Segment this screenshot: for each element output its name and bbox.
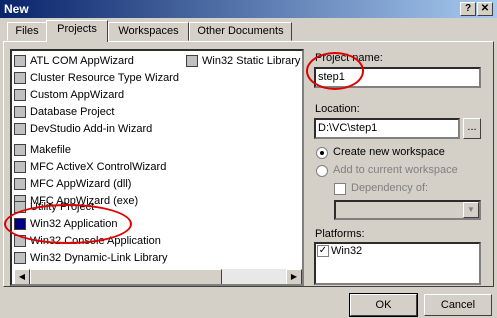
browse-button[interactable]: ... xyxy=(463,118,481,139)
tab-workspaces[interactable]: Workspaces xyxy=(108,22,189,41)
horizontal-scrollbar[interactable]: ◀ ▶ xyxy=(14,269,302,284)
add-workspace-radio[interactable] xyxy=(316,165,328,177)
list-item[interactable]: Cluster Resource Type Wizard xyxy=(14,70,179,86)
scroll-right-button[interactable]: ▶ xyxy=(286,269,302,284)
platforms-label: Platforms: xyxy=(315,228,365,240)
project-icon xyxy=(14,178,26,191)
dependency-checkbox[interactable] xyxy=(334,183,346,195)
location-label: Location: xyxy=(315,103,360,115)
list-item[interactable]: Makefile xyxy=(14,142,71,158)
project-icon xyxy=(186,55,198,68)
tab-projects[interactable]: Projects xyxy=(46,20,108,42)
highlight-win32-application xyxy=(4,204,132,244)
title-bar: New xyxy=(0,0,497,18)
project-type-list[interactable]: ATL COM AppWizard Cluster Resource Type … xyxy=(10,49,304,286)
platform-checkbox[interactable]: ✓ xyxy=(317,245,329,257)
list-item[interactable]: MFC ActiveX ControlWizard xyxy=(14,159,166,175)
project-icon xyxy=(14,161,26,174)
ok-button[interactable]: OK xyxy=(349,293,418,317)
project-icon xyxy=(14,89,26,102)
help-button[interactable]: ? xyxy=(460,2,476,16)
list-item[interactable]: Win32 Dynamic-Link Library xyxy=(14,250,168,266)
scroll-thumb[interactable] xyxy=(30,269,222,284)
list-item[interactable]: Win32 Static Library xyxy=(186,53,300,69)
dependency-dropdown[interactable]: ▼ xyxy=(334,200,481,220)
project-icon xyxy=(14,55,26,68)
project-icon xyxy=(14,123,26,136)
scroll-left-button[interactable]: ◀ xyxy=(14,269,30,284)
cancel-button[interactable]: Cancel xyxy=(424,294,492,316)
project-icon xyxy=(14,144,26,157)
highlight-project-name xyxy=(306,52,364,90)
platform-label: Win32 xyxy=(331,245,363,257)
close-button[interactable]: ✕ xyxy=(477,2,493,16)
list-item[interactable]: MFC AppWizard (dll) xyxy=(14,176,131,192)
project-icon xyxy=(14,72,26,85)
list-item[interactable]: Database Project xyxy=(14,104,114,120)
platforms-list[interactable]: ✓ Win32 xyxy=(314,242,481,285)
create-workspace-label: Create new workspace xyxy=(333,146,445,158)
list-item[interactable]: DevStudio Add-in Wizard xyxy=(14,121,152,137)
tab-other-documents[interactable]: Other Documents xyxy=(189,22,292,41)
location-input[interactable]: D:\VC\step1 xyxy=(314,118,460,139)
project-icon xyxy=(14,106,26,119)
list-item[interactable]: Custom AppWizard xyxy=(14,87,124,103)
project-icon xyxy=(14,252,26,265)
add-workspace-label: Add to current workspace xyxy=(333,164,458,176)
window-title: New xyxy=(4,2,29,16)
tab-files[interactable]: Files xyxy=(7,22,47,41)
create-workspace-radio[interactable] xyxy=(316,147,328,159)
chevron-down-icon: ▼ xyxy=(463,202,479,218)
list-item[interactable]: ATL COM AppWizard xyxy=(14,53,134,69)
dependency-label: Dependency of: xyxy=(351,182,429,194)
